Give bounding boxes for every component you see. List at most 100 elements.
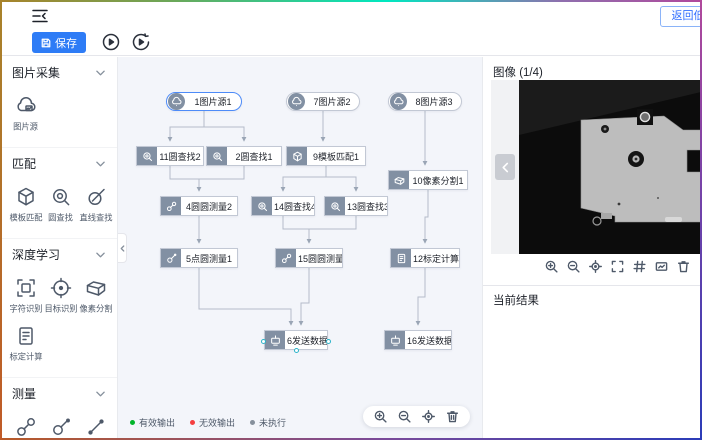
node-label: 5点圆测量1 <box>181 252 237 265</box>
circle-search-icon <box>207 147 227 165</box>
node-point-circle-measure-1[interactable]: 5点圆测量1 <box>160 248 238 268</box>
flow-canvas[interactable]: 1图片源1 7图片源2 8图片源3 11圆查找2 2圆查找1 9模板匹配1 10… <box>118 57 482 438</box>
legend-label: 无效输出 <box>199 416 235 429</box>
sidebar-item-circle-find[interactable]: 圆查找 <box>43 186 78 224</box>
zoom-out-icon[interactable] <box>398 410 411 423</box>
section-image-capture: 图片采集 图片源 <box>2 57 117 147</box>
legend-label: 有效输出 <box>139 416 175 429</box>
section-match: 匹配 模板匹配 圆查找 <box>2 147 117 238</box>
sidebar-item-label: 模板匹配 <box>9 212 42 224</box>
cloud-image-icon <box>15 95 37 117</box>
section-header-deep-learning[interactable]: 深度学习 <box>2 239 117 267</box>
result-panel-title: 当前结果 <box>493 292 539 308</box>
node-label: 1图片源1 <box>185 95 241 108</box>
node-calibration-1[interactable]: 12标定计算1 <box>390 248 460 268</box>
delete-icon[interactable] <box>446 410 459 423</box>
fit-view-icon[interactable] <box>655 260 668 273</box>
sidebar-item-point-circle-measure[interactable]: 点圆测量 <box>43 416 78 438</box>
sidebar-item-calibration[interactable]: 标定计算 <box>8 325 43 363</box>
sidebar-item-ocr[interactable]: 字符识别 <box>8 277 43 315</box>
node-label: 8图片源3 <box>407 95 461 108</box>
red-dot-icon <box>190 420 195 425</box>
viewer-nav-strip <box>491 80 519 254</box>
chevron-down-icon <box>96 252 105 258</box>
locate-icon[interactable] <box>589 260 602 273</box>
node-circle-find-1[interactable]: 2圆查找1 <box>206 146 282 166</box>
zoom-out-icon[interactable] <box>567 260 580 273</box>
status-legend: 有效输出 无效输出 未执行 <box>130 416 286 429</box>
sidebar-item-label: 目标识别 <box>44 303 77 315</box>
sidebar-item-line-find[interactable]: 直线查找 <box>78 186 113 224</box>
node-image-source-2[interactable]: 7图片源2 <box>286 92 360 111</box>
node-send-data-2[interactable]: 16发送数据2 <box>384 330 452 350</box>
grid-icon[interactable] <box>633 260 646 273</box>
section-header-image-capture[interactable]: 图片采集 <box>2 57 117 85</box>
legend-label: 未执行 <box>259 416 286 429</box>
sidebar-item-image-source[interactable]: 图片源 <box>8 95 43 133</box>
sidebar-item-label: 字符识别 <box>9 303 42 315</box>
sidebar-item-circle-circle-measure[interactable]: 圆圆测量 <box>8 416 43 438</box>
header-bar: 返回低代 <box>2 2 700 30</box>
prev-image-button[interactable] <box>495 154 515 180</box>
node-image-source-3[interactable]: 8图片源3 <box>388 92 462 111</box>
point-circle-measure-icon <box>161 249 181 267</box>
line-search-icon <box>85 186 107 208</box>
node-circle-circle-measure-2[interactable]: 4圆圆测量2 <box>160 196 238 216</box>
locate-icon[interactable] <box>422 410 435 423</box>
fullscreen-icon[interactable] <box>611 260 624 273</box>
tool-sidebar: 图片采集 图片源 匹配 <box>2 57 118 438</box>
save-button[interactable]: 保存 <box>32 32 86 53</box>
sidebar-item-label: 圆查找 <box>48 212 73 224</box>
zoom-in-icon[interactable] <box>545 260 558 273</box>
section-title: 深度学习 <box>12 246 60 263</box>
section-header-measure[interactable]: 测量 <box>2 378 117 406</box>
node-image-source-1[interactable]: 1图片源1 <box>166 92 242 111</box>
node-circle-find-3[interactable]: 13圆查找3 <box>324 196 388 216</box>
node-label: 10像素分割1 <box>409 174 467 187</box>
port-handle-bottom[interactable] <box>294 348 299 353</box>
sidebar-item-template-match[interactable]: 模板匹配 <box>8 186 43 224</box>
node-pixel-segment-1[interactable]: 10像素分割1 <box>388 170 468 190</box>
cloud-icon <box>168 93 185 110</box>
document-calc-icon <box>15 325 37 347</box>
sidebar-item-label: 图片源 <box>13 121 38 133</box>
circle-circle-measure-icon <box>15 416 37 438</box>
menu-fold-icon[interactable] <box>32 9 48 23</box>
image-viewer <box>491 80 701 254</box>
viewer-toolbar <box>545 260 690 273</box>
sidebar-item-pixel-segment[interactable]: 像素分割 <box>78 277 113 315</box>
node-circle-find-4[interactable]: 14圆查找4 <box>251 196 315 216</box>
node-send-data-1[interactable]: 6发送数据1 <box>264 330 328 350</box>
port-handle-right[interactable] <box>326 339 331 344</box>
back-to-lowcode-button[interactable]: 返回低代 <box>660 6 702 27</box>
circle-search-icon <box>50 186 72 208</box>
node-label: 11圆查找2 <box>157 150 203 163</box>
zoom-in-icon[interactable] <box>374 410 387 423</box>
node-template-match-1[interactable]: 9模板匹配1 <box>286 146 366 166</box>
canvas-zoom-controls <box>363 406 470 427</box>
node-circle-circle-measure-3[interactable]: 15圆圆测量3 <box>275 248 343 268</box>
node-label: 6发送数据1 <box>285 334 327 347</box>
delete-icon[interactable] <box>677 260 690 273</box>
run-once-button[interactable] <box>102 33 120 51</box>
send-data-icon <box>265 331 285 349</box>
window-frame-top <box>0 0 702 2</box>
gray-dot-icon <box>250 420 255 425</box>
sidebar-collapse-handle[interactable] <box>118 233 127 263</box>
node-label: 4圆圆测量2 <box>181 200 237 213</box>
section-deep-learning: 深度学习 字符识别 目标识别 <box>2 238 117 377</box>
run-loop-button[interactable] <box>132 33 150 51</box>
node-circle-find-2[interactable]: 11圆查找2 <box>136 146 204 166</box>
sidebar-item-label: 直线查找 <box>79 212 112 224</box>
section-header-match[interactable]: 匹配 <box>2 148 117 176</box>
port-handle-left[interactable] <box>261 339 266 344</box>
chevron-down-icon <box>96 161 105 167</box>
result-panel: 图像 (1/4) <box>482 57 700 438</box>
sidebar-item-point-point-measure[interactable]: 点点测量 <box>78 416 113 438</box>
legend-valid-output: 有效输出 <box>130 416 175 429</box>
cloud-icon <box>288 93 305 110</box>
window-frame-left <box>0 0 2 440</box>
node-label: 16发送数据2 <box>405 334 451 347</box>
point-circle-measure-icon <box>50 416 72 438</box>
sidebar-item-object-detect[interactable]: 目标识别 <box>43 277 78 315</box>
